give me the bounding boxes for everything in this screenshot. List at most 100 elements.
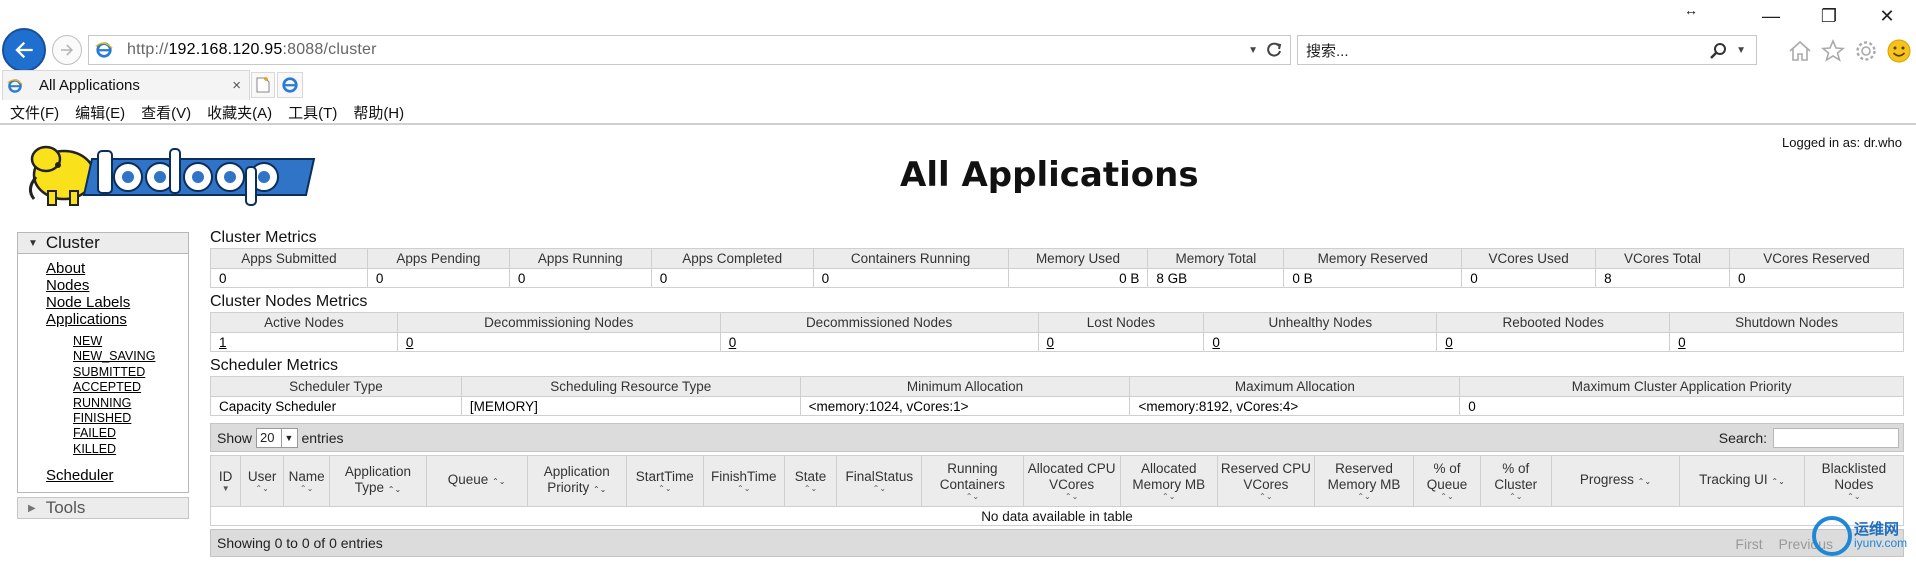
header-label: Reserved Memory MB — [1327, 461, 1401, 492]
forward-button[interactable] — [52, 35, 82, 65]
hadoop-logo[interactable] — [18, 137, 318, 217]
nav-state-killed[interactable]: KILLED — [73, 442, 188, 457]
page-size-select[interactable]: 20 ▼ — [256, 427, 298, 448]
sort-header-finishtime[interactable]: FinishTime ⌃⌄ — [702, 455, 785, 507]
nav-state-new[interactable]: NEW — [73, 334, 188, 349]
column-header: Decommissioned Nodes — [719, 312, 1039, 333]
sort-header-running-containers[interactable]: Running Containers ⌃⌄ — [921, 455, 1024, 507]
first-page-button[interactable]: First — [1735, 536, 1762, 552]
column-header: Lost Nodes — [1037, 312, 1205, 333]
shutdown-nodes-link[interactable]: 0 — [1669, 332, 1904, 352]
table-search-input[interactable] — [1773, 428, 1899, 448]
column-header: Rebooted Nodes — [1436, 312, 1671, 333]
address-url: http://192.168.120.95:8088/cluster — [127, 41, 377, 59]
sort-header-name[interactable]: Name ⌃⌄ — [282, 455, 331, 507]
sort-header-starttime[interactable]: StartTime ⌃⌄ — [625, 455, 704, 507]
favorites-star-icon[interactable] — [1820, 38, 1846, 64]
active-nodes-link[interactable]: 1 — [210, 332, 398, 352]
nav-state-submitted[interactable]: SUBMITTED — [73, 365, 188, 380]
sort-header-percent-of-cluster[interactable]: % of Cluster ⌃⌄ — [1479, 455, 1552, 507]
menu-view[interactable]: 查看(V) — [141, 102, 191, 123]
column-header: VCores Total — [1595, 248, 1730, 269]
nav-state-accepted[interactable]: ACCEPTED — [73, 380, 188, 395]
nav-about-link[interactable]: About — [46, 260, 188, 277]
restore-button[interactable]: ❐ — [1814, 6, 1844, 26]
new-tab-icon — [256, 77, 270, 93]
lost-nodes-link[interactable]: 0 — [1037, 332, 1205, 352]
sort-header-queue[interactable]: Queue ⌃⌄ — [425, 455, 528, 507]
nav-applications-link[interactable]: Applications — [46, 311, 188, 328]
rebooted-nodes-link[interactable]: 0 — [1436, 332, 1671, 352]
nav-state-finished[interactable]: FINISHED — [73, 411, 188, 426]
sort-icon: ⌃⌄ — [737, 484, 751, 493]
url-host: 192.168.120.95 — [168, 41, 283, 58]
unhealthy-nodes-link[interactable]: 0 — [1203, 332, 1438, 352]
browser-search-box[interactable]: 搜索... ▼ — [1297, 35, 1757, 65]
address-dropdown-icon[interactable]: ▼ — [1248, 45, 1258, 56]
tab-title: All Applications — [39, 77, 140, 94]
metric-value: 8 GB — [1147, 268, 1285, 288]
nav-state-new-saving[interactable]: NEW_SAVING — [73, 349, 188, 364]
menu-tools[interactable]: 工具(T) — [288, 102, 337, 123]
scheduler-metrics-value-row: Capacity Scheduler [MEMORY] <memory:1024… — [210, 396, 1904, 416]
sort-header-reserved-memory-mb[interactable]: Reserved Memory MB ⌃⌄ — [1313, 455, 1415, 507]
sort-icon: ⌃⌄ — [1440, 492, 1454, 501]
sort-header-id[interactable]: ID ▼ — [209, 455, 242, 507]
header-label: ID — [218, 469, 233, 484]
refresh-icon[interactable] — [1264, 40, 1284, 60]
feedback-smiley-icon[interactable] — [1886, 38, 1912, 64]
sort-header-progress[interactable]: Progress ⌃⌄ — [1550, 455, 1681, 507]
cluster-metrics-title: Cluster Metrics — [210, 229, 317, 246]
sort-icon: ⌃⌄ — [965, 492, 980, 501]
decommissioning-nodes-link[interactable]: 0 — [396, 332, 721, 352]
nav-scheduler-link[interactable]: Scheduler — [46, 467, 188, 484]
search-icon[interactable] — [1708, 41, 1728, 61]
sort-header-reserved-cpu-vcores[interactable]: Reserved CPU VCores ⌃⌄ — [1216, 455, 1315, 507]
nav-state-failed[interactable]: FAILED — [73, 426, 188, 441]
sort-header-application-type[interactable]: Application Type ⌃⌄ — [329, 455, 427, 507]
sort-header-allocated-memory-mb[interactable]: Allocated Memory MB ⌃⌄ — [1119, 455, 1218, 507]
sort-header-user[interactable]: User ⌃⌄ — [240, 455, 284, 507]
minimize-button[interactable]: — — [1756, 6, 1786, 26]
sort-header-application-priority[interactable]: Application Priority ⌃⌄ — [526, 455, 627, 507]
sort-header-tracking-ui[interactable]: Tracking UI ⌃⌄ — [1679, 455, 1805, 507]
metric-value: 0 B — [1007, 268, 1149, 288]
search-dropdown-icon[interactable]: ▼ — [1736, 45, 1746, 56]
home-icon[interactable] — [1787, 38, 1813, 64]
tab-all-applications[interactable]: All Applications × — [2, 70, 250, 100]
back-button[interactable] — [2, 28, 46, 72]
metric-value: 0 — [366, 268, 510, 288]
header-label: Tracking UI — [1699, 472, 1768, 487]
sort-header-finalstatus[interactable]: FinalStatus ⌃⌄ — [836, 455, 923, 507]
show-label: Show — [217, 429, 253, 446]
address-bar[interactable]: http://192.168.120.95:8088/cluster ▼ — [88, 35, 1291, 65]
menu-edit[interactable]: 编辑(E) — [75, 102, 125, 123]
nav-node-labels-link[interactable]: Node Labels — [46, 294, 188, 311]
close-window-button[interactable]: ✕ — [1872, 6, 1902, 26]
menu-help[interactable]: 帮助(H) — [353, 102, 404, 123]
applications-header-row: ID ▼ User ⌃⌄ Name ⌃⌄ Application Type ⌃⌄ Qu… — [209, 455, 1905, 507]
nav-nodes-link[interactable]: Nodes — [46, 277, 188, 294]
column-header: Unhealthy Nodes — [1203, 312, 1438, 333]
cluster-label: Cluster — [45, 233, 100, 252]
sort-header-state[interactable]: State ⌃⌄ — [783, 455, 838, 507]
sort-header-allocated-cpu-vcores[interactable]: Allocated CPU VCores ⌃⌄ — [1022, 455, 1121, 507]
quick-tab-button[interactable] — [277, 72, 303, 98]
entries-label: entries — [301, 429, 344, 446]
sort-header-blacklisted-nodes[interactable]: Blacklisted Nodes ⌃⌄ — [1803, 455, 1905, 507]
watermark-line2: iyunv.com — [1854, 536, 1908, 550]
tab-close-icon[interactable]: × — [232, 77, 241, 94]
nav-state-running[interactable]: RUNNING — [73, 396, 188, 411]
cluster-header[interactable]: ▼ Cluster — [18, 233, 188, 254]
sort-header-percent-of-queue[interactable]: % of Queue ⌃⌄ — [1413, 455, 1481, 507]
settings-gear-icon[interactable] — [1853, 38, 1879, 64]
tools-header[interactable]: ▶ Tools — [17, 497, 189, 520]
menu-favorites[interactable]: 收藏夹(A) — [207, 102, 272, 123]
new-tab-button[interactable] — [251, 72, 275, 98]
menu-file[interactable]: 文件(F) — [10, 102, 59, 123]
header-label: State — [794, 469, 827, 484]
collapsed-triangle-icon: ▶ — [28, 502, 36, 514]
forward-arrow-icon — [61, 44, 73, 56]
decommissioned-nodes-link[interactable]: 0 — [719, 332, 1039, 352]
